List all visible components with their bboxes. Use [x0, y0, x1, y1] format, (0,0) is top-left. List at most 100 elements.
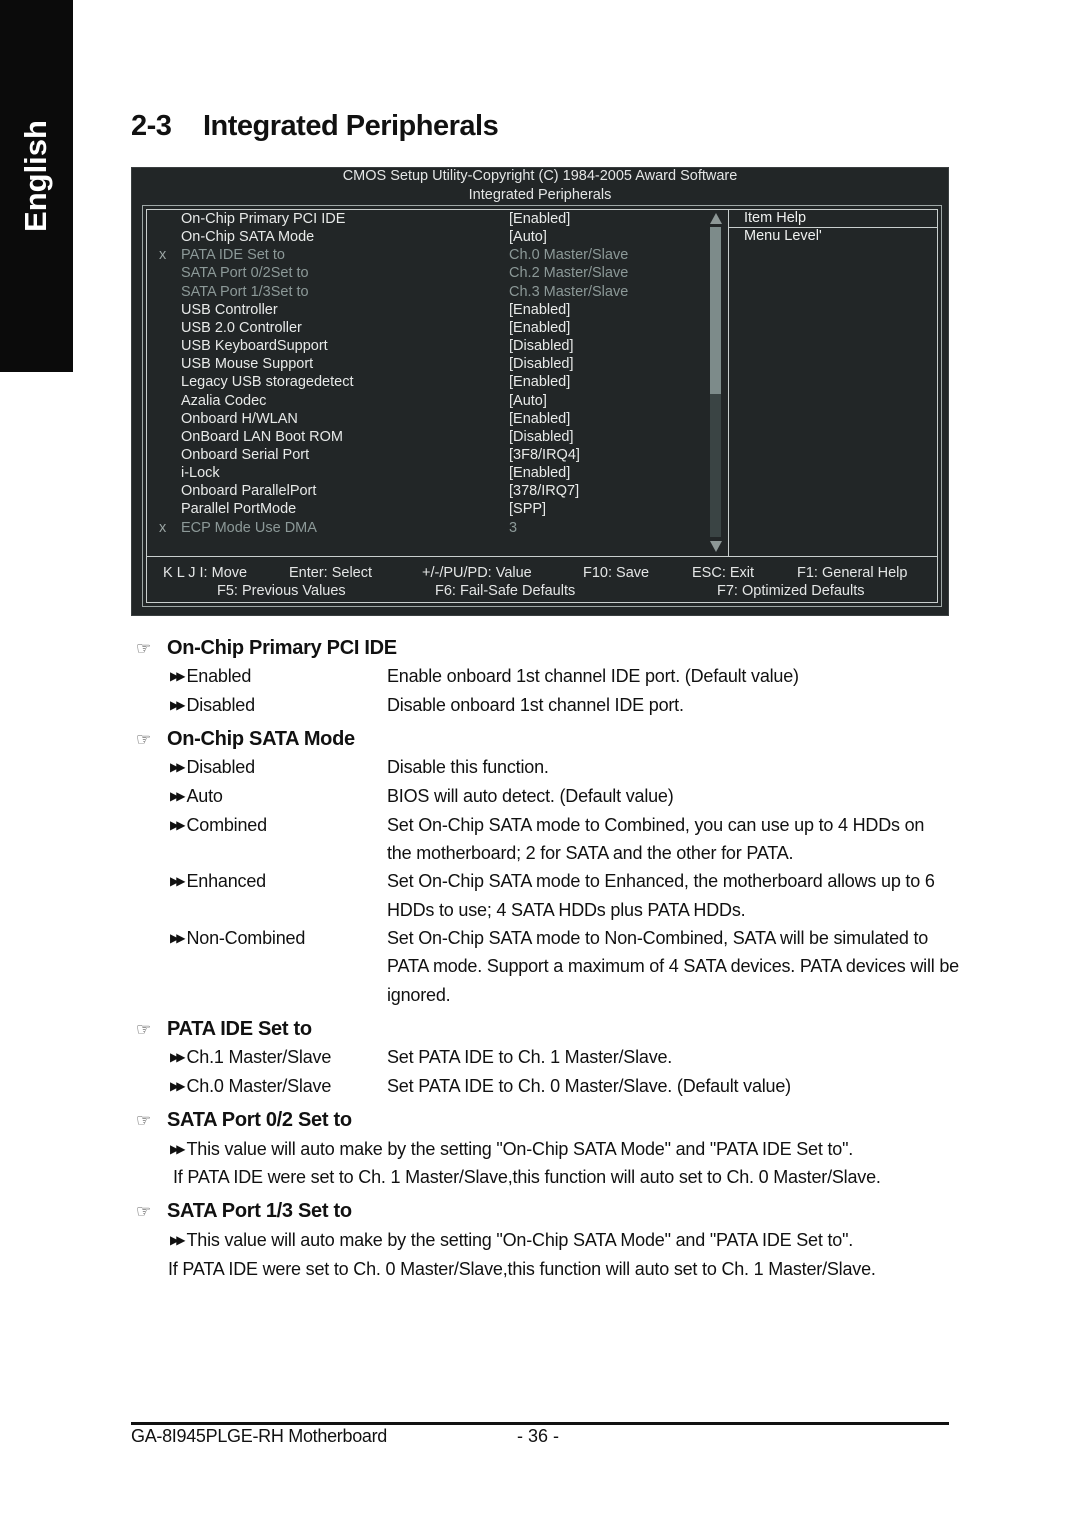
unavailable-mark: x — [159, 247, 167, 264]
item-help-title: Item Help — [744, 210, 807, 226]
double-arrow-icon: ▶▶ — [170, 789, 186, 803]
page-number: - 36 - — [517, 1426, 560, 1446]
option-description: PATA mode. Support a maximum of 4 SATA d… — [387, 956, 959, 976]
bios-item-value[interactable]: [Disabled] — [509, 355, 573, 373]
bios-divider-horizontal — [146, 556, 938, 557]
option-description: Disable onboard 1st channel IDE port. — [387, 695, 684, 715]
bios-item-label: ECP Mode Use DMA — [181, 519, 317, 536]
section-note-detail: If PATA IDE were set to Ch. 0 Master/Sla… — [168, 1259, 876, 1279]
double-arrow-icon: ▶▶ — [170, 760, 186, 774]
option-description: Disable this function. — [387, 757, 549, 777]
bios-item-value[interactable]: [378/IRQ7] — [509, 482, 579, 500]
bios-item-label: OnBoard LAN Boot ROM — [181, 428, 343, 445]
bios-item-label: On-Chip Primary PCI IDE — [181, 211, 346, 227]
double-arrow-icon: ▶▶ — [170, 1079, 186, 1093]
bios-header-copyright: CMOS Setup Utility-Copyright (C) 1984-20… — [342, 168, 738, 184]
option-name: ▶▶ Combined — [170, 815, 267, 835]
bios-item-label: USB Controller — [181, 301, 278, 318]
bios-item-value[interactable]: [Enabled] — [509, 373, 570, 391]
bios-item-value[interactable]: [Enabled] — [509, 464, 570, 482]
bios-item-label: USB Mouse Support — [181, 356, 314, 373]
item-help-text: Menu Level' — [744, 228, 822, 244]
bios-item-label: USB KeyboardSupport — [181, 338, 328, 355]
key-select: Enter: Select — [289, 565, 373, 581]
bios-item-label: Onboard ParallelPort — [181, 483, 317, 500]
bios-item-value[interactable]: [3F8/IRQ4] — [509, 446, 580, 464]
bios-item-value[interactable]: [Enabled] — [509, 319, 570, 337]
bios-item-value: Ch.2 Master/Slave — [509, 265, 629, 282]
bios-item-label: SATA Port 1/3Set to — [181, 283, 309, 300]
key-value: +/-/PU/PD: Value — [422, 565, 532, 581]
double-arrow-icon: ▶▶ — [170, 931, 186, 945]
key-exit: ESC: Exit — [692, 565, 755, 581]
pointing-hand-icon: ☞ — [136, 730, 151, 749]
double-arrow-icon: ▶▶ — [170, 669, 186, 683]
scroll-down-arrow-icon[interactable] — [710, 541, 722, 552]
pointing-hand-icon: ☞ — [136, 1020, 151, 1039]
bios-item-value[interactable]: [Disabled] — [509, 428, 573, 446]
section-title-text: Integrated Peripherals — [203, 110, 499, 142]
key-previous-values: F5: Previous Values — [217, 583, 346, 599]
bios-item-label: Onboard Serial Port — [181, 446, 310, 463]
option-name: ▶▶ Ch.1 Master/Slave — [170, 1047, 332, 1067]
option-description: Enable onboard 1st channel IDE port. (De… — [387, 666, 799, 686]
bios-item-value: Ch.0 Master/Slave — [509, 247, 629, 264]
section-note: ▶▶ This value will auto make by the setti… — [170, 1230, 854, 1250]
option-description: Set PATA IDE to Ch. 0 Master/Slave. (Def… — [387, 1076, 791, 1096]
section-note: ▶▶ This value will auto make by the setti… — [170, 1139, 854, 1159]
scrollbar-thumb[interactable] — [710, 227, 721, 394]
key-optimized-defaults: F7: Optimized Defaults — [717, 583, 865, 599]
option-description: Set On-Chip SATA mode to Enhanced, the m… — [387, 871, 935, 891]
footer-rule — [131, 1422, 949, 1425]
unavailable-mark: x — [159, 519, 167, 536]
option-description: Set On-Chip SATA mode to Non-Combined, S… — [387, 928, 929, 948]
double-arrow-icon: ▶▶ — [170, 818, 186, 832]
double-arrow-icon: ▶▶ — [170, 1050, 186, 1064]
bios-screenshot: CMOS Setup Utility-Copyright (C) 1984-20… — [131, 167, 949, 616]
option-name: ▶▶ Enhanced — [170, 871, 266, 891]
bios-item-value[interactable]: [Enabled] — [509, 210, 570, 228]
section-number: 2-3 — [131, 110, 172, 142]
option-description: the motherboard; 2 for SATA and the othe… — [387, 843, 794, 863]
option-name: ▶▶ Ch.0 Master/Slave — [170, 1076, 332, 1096]
bios-item-value[interactable]: [Disabled] — [509, 337, 573, 355]
option-description: ignored. — [387, 985, 451, 1005]
key-move: K L J I: Move — [163, 565, 248, 581]
bios-divider-vertical — [728, 209, 729, 556]
key-general-help: F1: General Help — [797, 565, 908, 581]
option-name: ▶▶ Non-Combined — [170, 928, 306, 948]
page-title: 2-3 Integrated Peripherals — [131, 110, 499, 143]
bios-item-label: Parallel PortMode — [181, 501, 297, 518]
option-name: ▶▶ Enabled — [170, 666, 252, 686]
bios-item-label: On-Chip SATA Mode — [181, 229, 315, 246]
section-note-detail: If PATA IDE were set to Ch. 1 Master/Sla… — [173, 1167, 881, 1187]
pointing-hand-icon: ☞ — [136, 1202, 151, 1221]
scroll-up-arrow-icon[interactable] — [710, 213, 722, 224]
section-heading: ☞ On-Chip Primary PCI IDE — [136, 637, 397, 659]
key-fail-safe-defaults: F6: Fail-Safe Defaults — [435, 583, 576, 599]
option-name: ▶▶ Disabled — [170, 695, 255, 715]
pointing-hand-icon: ☞ — [136, 639, 151, 658]
bios-item-value: Ch.3 Master/Slave — [509, 283, 629, 300]
bios-item-value[interactable]: [SPP] — [509, 500, 546, 518]
bios-header-title: Integrated Peripherals — [468, 187, 612, 203]
bios-item-label: i-Lock — [181, 465, 220, 482]
key-save: F10: Save — [583, 565, 650, 581]
option-name: ▶▶ Auto — [170, 786, 223, 806]
bios-item-label: USB 2.0 Controller — [181, 319, 302, 336]
bios-item-value: 3 — [509, 519, 518, 536]
language-tab: English — [0, 0, 73, 372]
bios-item-value[interactable]: [Auto] — [509, 392, 547, 410]
bios-item-value[interactable]: [Enabled] — [509, 410, 570, 428]
option-description: Set PATA IDE to Ch. 1 Master/Slave. — [387, 1047, 673, 1067]
bios-item-label: PATA IDE Set to — [181, 247, 285, 264]
section-heading: ☞ SATA Port 0/2 Set to — [136, 1109, 352, 1131]
option-name: ▶▶ Disabled — [170, 757, 255, 777]
bios-item-label: Onboard H/WLAN — [181, 410, 298, 427]
double-arrow-icon: ▶▶ — [170, 1142, 186, 1156]
bios-item-label: SATA Port 0/2Set to — [181, 265, 309, 282]
section-heading: ☞ On-Chip SATA Mode — [136, 728, 355, 750]
double-arrow-icon: ▶▶ — [170, 1233, 186, 1247]
bios-item-value[interactable]: [Enabled] — [509, 301, 570, 319]
bios-item-value[interactable]: [Auto] — [509, 228, 547, 246]
